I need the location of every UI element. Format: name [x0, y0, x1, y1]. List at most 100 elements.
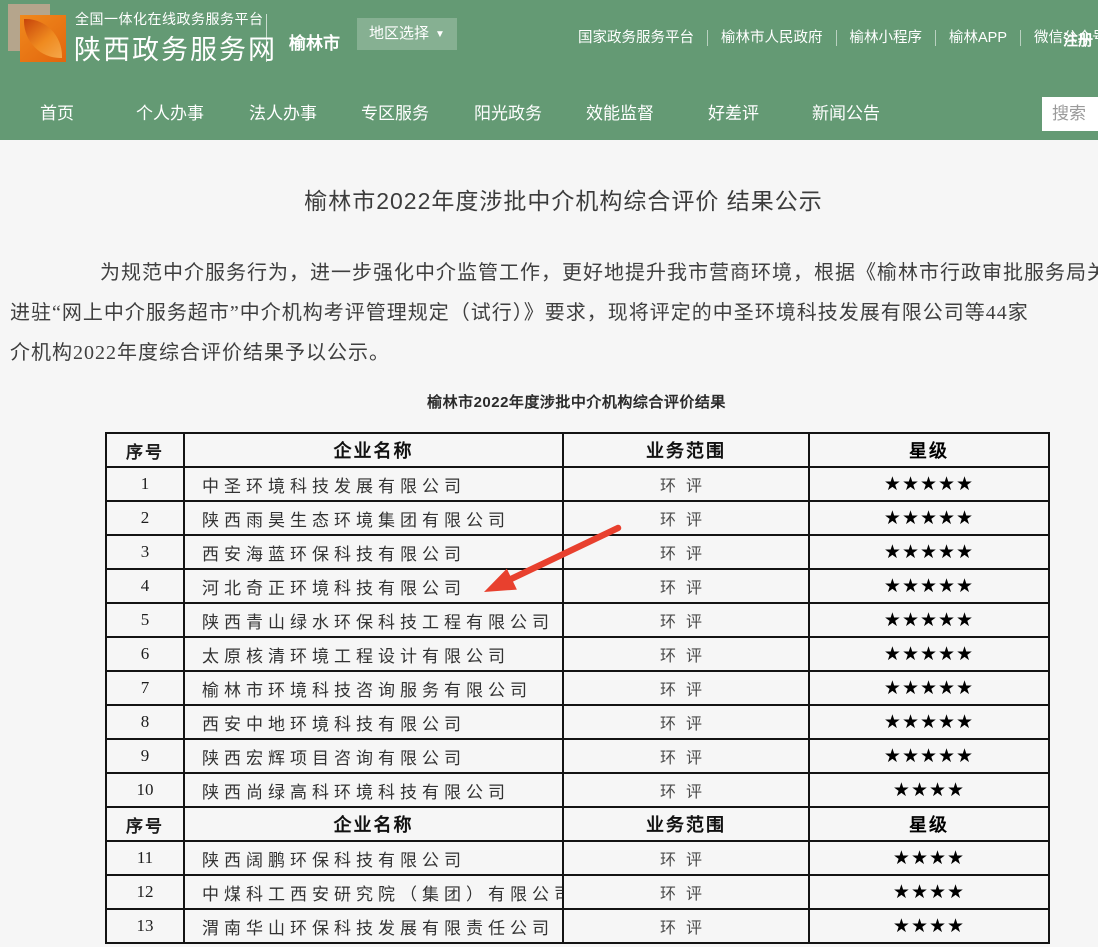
header-link[interactable]: 榆林小程序: [837, 30, 937, 46]
table-row: 8西安中地环境科技有限公司环评★★★★★: [106, 705, 1049, 739]
header-link[interactable]: 国家政务服务平台: [578, 30, 708, 46]
paragraph-line: 为规范中介服务行为，进一步强化中介监管工作，更好地提升我市营商环境，根据《榆林市…: [10, 253, 1098, 293]
column-header: 序号: [106, 433, 184, 467]
star-rating: ★★★★: [809, 875, 1049, 909]
company-name: 河北奇正环境科技有限公司: [184, 569, 563, 603]
company-name: 中圣环境科技发展有限公司: [184, 467, 563, 501]
row-number: 2: [106, 501, 184, 535]
row-number: 9: [106, 739, 184, 773]
company-name: 陕西阔鹏环保科技有限公司: [184, 841, 563, 875]
region-selector-label: 地区选择: [369, 25, 429, 42]
business-scope: 环评: [563, 671, 809, 705]
row-number: 11: [106, 841, 184, 875]
row-number: 3: [106, 535, 184, 569]
row-number: 4: [106, 569, 184, 603]
table-row: 6太原核清环境工程设计有限公司环评★★★★★: [106, 637, 1049, 671]
company-name: 西安海蓝环保科技有限公司: [184, 535, 563, 569]
nav-item-5[interactable]: 阳光政务: [474, 99, 542, 124]
business-scope: 环评: [563, 535, 809, 569]
column-header: 业务范围: [563, 807, 809, 841]
current-city-label: 榆林市: [289, 29, 340, 54]
company-name: 陕西尚绿高科环境科技有限公司: [184, 773, 563, 807]
company-name: 太原核清环境工程设计有限公司: [184, 637, 563, 671]
table-row: 11陕西阔鹏环保科技有限公司环评★★★★: [106, 841, 1049, 875]
business-scope: 环评: [563, 909, 809, 943]
star-rating: ★★★★: [809, 841, 1049, 875]
paragraph-line: 进驻“网上中介服务超市”中介机构考评管理规定（试行）》要求，现将评定的中圣环境科…: [10, 293, 1098, 333]
paragraph-line: 介机构2022年度综合评价结果予以公示。: [10, 333, 1098, 373]
star-rating: ★★★★★: [809, 603, 1049, 637]
column-header: 星级: [809, 433, 1049, 467]
star-rating: ★★★★★: [809, 535, 1049, 569]
table-row: 2陕西雨昊生态环境集团有限公司环评★★★★★: [106, 501, 1049, 535]
row-number: 5: [106, 603, 184, 637]
announcement-paragraph: 为规范中介服务行为，进一步强化中介监管工作，更好地提升我市营商环境，根据《榆林市…: [10, 253, 1098, 373]
star-rating: ★★★★★: [809, 569, 1049, 603]
search-box: [1042, 97, 1098, 131]
business-scope: 环评: [563, 841, 809, 875]
table-row: 12中煤科工西安研究院（集团）有限公司环评★★★★: [106, 875, 1049, 909]
row-number: 6: [106, 637, 184, 671]
nav-item-6[interactable]: 效能监督: [586, 99, 654, 124]
company-name: 榆林市环境科技咨询服务有限公司: [184, 671, 563, 705]
site-title: 陕西政务服务网: [74, 28, 277, 67]
star-rating: ★★★★: [809, 773, 1049, 807]
nav-item-7[interactable]: 好差评: [708, 99, 759, 124]
company-name: 陕西雨昊生态环境集团有限公司: [184, 501, 563, 535]
star-rating: ★★★★★: [809, 705, 1049, 739]
header-quick-links: 国家政务服务平台榆林市人民政府榆林小程序榆林APP微信公众号: [578, 30, 1098, 46]
header-divider: [266, 14, 267, 62]
table-row: 9陕西宏辉项目咨询有限公司环评★★★★★: [106, 739, 1049, 773]
nav-item-8[interactable]: 新闻公告: [812, 99, 880, 124]
column-header: 企业名称: [184, 807, 563, 841]
table-row: 10陕西尚绿高科环境科技有限公司环评★★★★: [106, 773, 1049, 807]
company-name: 西安中地环境科技有限公司: [184, 705, 563, 739]
column-header: 企业名称: [184, 433, 563, 467]
star-rating: ★★★★★: [809, 467, 1049, 501]
business-scope: 环评: [563, 739, 809, 773]
star-rating: ★★★★★: [809, 671, 1049, 705]
star-rating: ★★★★★: [809, 739, 1049, 773]
header-link[interactable]: 榆林市人民政府: [708, 30, 837, 46]
chevron-down-icon: ▼: [435, 29, 445, 40]
table-header-row: 序号企业名称业务范围星级: [106, 433, 1049, 467]
star-rating: ★★★★: [809, 909, 1049, 943]
business-scope: 环评: [563, 773, 809, 807]
evaluation-result-table: 序号企业名称业务范围星级1中圣环境科技发展有限公司环评★★★★★2陕西雨昊生态环…: [105, 432, 1050, 944]
nav-item-1[interactable]: 首页: [40, 99, 74, 124]
header-link[interactable]: 榆林APP: [936, 30, 1021, 46]
company-name: 陕西青山绿水环保科技工程有限公司: [184, 603, 563, 637]
row-number: 13: [106, 909, 184, 943]
star-rating: ★★★★★: [809, 637, 1049, 671]
nav-item-3[interactable]: 法人办事: [249, 99, 317, 124]
page: 全国一体化在线政务服务平台 陕西政务服务网 榆林市 地区选择 ▼ 国家政务服务平台…: [0, 0, 1098, 947]
region-selector-button[interactable]: 地区选择 ▼: [357, 18, 457, 50]
business-scope: 环评: [563, 569, 809, 603]
main-nav: 首页 个人办事 法人办事 专区服务 阳光政务 效能监督 好差评 新闻公告: [0, 78, 1098, 140]
business-scope: 环评: [563, 637, 809, 671]
column-header: 星级: [809, 807, 1049, 841]
nav-item-2[interactable]: 个人办事: [136, 99, 204, 124]
column-header: 业务范围: [563, 433, 809, 467]
table-caption: 榆林市2022年度涉批中介机构综合评价结果: [0, 391, 1098, 412]
table-row: 5陕西青山绿水环保科技工程有限公司环评★★★★★: [106, 603, 1049, 637]
register-link[interactable]: 注册: [1063, 29, 1093, 50]
table-row: 13渭南华山环保科技发展有限责任公司环评★★★★: [106, 909, 1049, 943]
row-number: 10: [106, 773, 184, 807]
column-header: 序号: [106, 807, 184, 841]
business-scope: 环评: [563, 603, 809, 637]
site-header: 全国一体化在线政务服务平台 陕西政务服务网 榆林市 地区选择 ▼ 国家政务服务平台…: [0, 0, 1098, 78]
search-input[interactable]: [1042, 97, 1098, 131]
platform-label: 全国一体化在线政务服务平台: [75, 9, 264, 29]
row-number: 7: [106, 671, 184, 705]
site-logo-icon: [8, 4, 66, 64]
page-title: 榆林市2022年度涉批中介机构综合评价 结果公示: [0, 182, 1098, 216]
company-name: 陕西宏辉项目咨询有限公司: [184, 739, 563, 773]
table-row: 3西安海蓝环保科技有限公司环评★★★★★: [106, 535, 1049, 569]
nav-item-4[interactable]: 专区服务: [361, 99, 429, 124]
table-row: 1中圣环境科技发展有限公司环评★★★★★: [106, 467, 1049, 501]
business-scope: 环评: [563, 467, 809, 501]
table-row: 7榆林市环境科技咨询服务有限公司环评★★★★★: [106, 671, 1049, 705]
table-row: 4河北奇正环境科技有限公司环评★★★★★: [106, 569, 1049, 603]
announcement-content: 榆林市2022年度涉批中介机构综合评价 结果公示 为规范中介服务行为，进一步强化…: [0, 140, 1098, 947]
